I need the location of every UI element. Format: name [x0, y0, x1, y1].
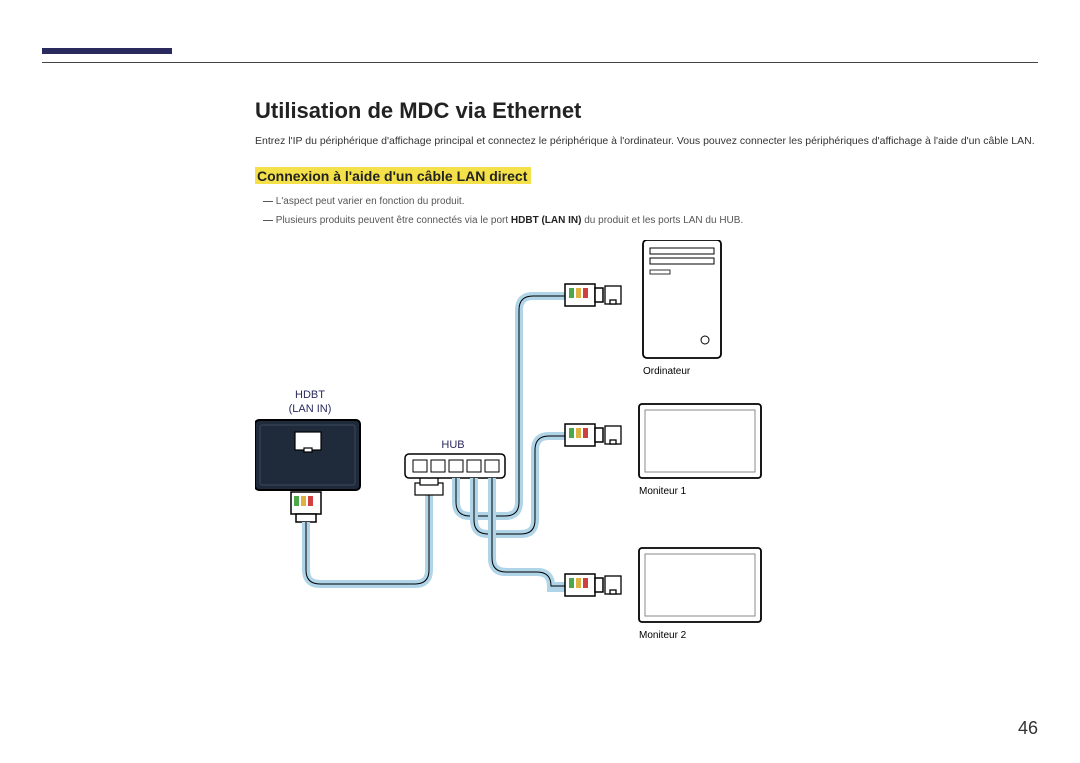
hdbt-label-1: HDBT — [295, 389, 325, 401]
computer-icon: Ordinateur — [643, 240, 721, 377]
note-1: ― L'aspect peut varier en fonction du pr… — [263, 194, 1038, 209]
note-2: ― Plusieurs produits peuvent être connec… — [263, 213, 1038, 228]
connection-diagram: HDBT (LAN IN) — [255, 240, 775, 690]
dash-icon: ― — [263, 213, 273, 228]
svg-text:Ordinateur: Ordinateur — [643, 366, 691, 377]
note-2-pre: Plusieurs produits peuvent être connecté… — [276, 215, 511, 226]
content-area: Utilisation de MDC via Ethernet Entrez l… — [255, 98, 1038, 690]
svg-text:Moniteur 1: Moniteur 1 — [639, 486, 687, 497]
hdbt-label-2: (LAN IN) — [289, 403, 332, 415]
diagram-svg: HDBT (LAN IN) — [255, 240, 775, 690]
dash-icon: ― — [263, 194, 273, 209]
top-rule — [42, 62, 1038, 63]
note-1-text: L'aspect peut varier en fonction du prod… — [276, 196, 465, 207]
monitor2-icon: Moniteur 2 — [639, 548, 761, 641]
page-number: 46 — [1018, 718, 1038, 739]
product-panel — [255, 420, 360, 490]
page-heading: Utilisation de MDC via Ethernet — [255, 98, 1038, 124]
note-2-post: du produit et les ports LAN du HUB. — [581, 215, 743, 226]
monitor1-icon: Moniteur 1 — [639, 404, 761, 497]
note-2-bold: HDBT (LAN IN) — [511, 215, 582, 226]
intro-paragraph: Entrez l'IP du périphérique d'affichage … — [255, 134, 1038, 149]
svg-text:HUB: HUB — [441, 439, 464, 451]
sub-heading: Connexion à l'aide d'un câble LAN direct — [255, 167, 531, 184]
top-accent-bar — [42, 48, 172, 54]
network-hub: HUB — [405, 439, 505, 478]
svg-text:Moniteur 2: Moniteur 2 — [639, 630, 687, 641]
